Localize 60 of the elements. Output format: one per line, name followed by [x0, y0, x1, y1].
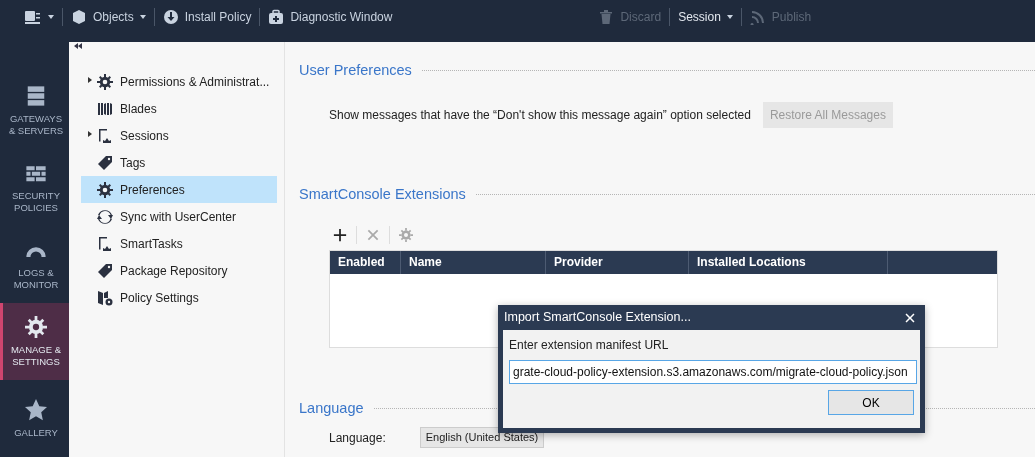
- star-icon: [25, 398, 47, 421]
- book-gear-icon: [97, 289, 113, 306]
- column-header: Enabled: [330, 250, 401, 274]
- tree-item[interactable]: Permissions & Administrat...: [81, 68, 277, 95]
- column-header: Provider: [546, 250, 689, 274]
- close-icon: [366, 227, 380, 242]
- prompt-text: Enter extension manifest URL: [509, 337, 670, 354]
- toolbar-button[interactable]: Diagnostic Window: [260, 7, 401, 26]
- expand-arrow-icon[interactable]: [88, 131, 92, 138]
- gear-icon: [97, 181, 113, 198]
- tree-item[interactable]: Sessions: [81, 122, 277, 149]
- window-icon: [24, 8, 42, 25]
- toolbar-button[interactable]: Objects: [63, 7, 154, 26]
- message-text: Show messages that have the “Don't show this message again” option selected: [329, 106, 751, 124]
- toolbar-button[interactable]: Install Policy: [154, 7, 260, 26]
- ok-button[interactable]: OK: [828, 390, 914, 415]
- caret-icon: [139, 14, 146, 19]
- settings-icon: [399, 227, 413, 242]
- tree-item[interactable]: Policy Settings: [81, 284, 277, 311]
- gear-icon: [97, 73, 113, 90]
- caret-icon: [48, 14, 54, 19]
- toolbar-button[interactable]: [333, 227, 347, 242]
- medical-bag-icon: [268, 8, 285, 25]
- plus-icon: [333, 227, 347, 242]
- nav-item[interactable]: GALLERY: [0, 380, 69, 457]
- tree-item[interactable]: Preferences: [81, 176, 277, 203]
- expand-arrow-icon[interactable]: [88, 77, 92, 84]
- tree-item[interactable]: Package Repository: [81, 257, 277, 284]
- tag-icon: [97, 262, 113, 279]
- tree-item[interactable]: Sync with UserCenter: [81, 203, 277, 230]
- sync-icon: [97, 208, 113, 225]
- tag-icon: [97, 154, 113, 171]
- section-heading: User Preferences: [299, 61, 412, 80]
- tablet-crown-icon: [97, 235, 113, 252]
- close-icon[interactable]: [904, 311, 916, 324]
- caret-icon: [726, 14, 733, 19]
- tree-item[interactable]: Tags: [81, 149, 277, 176]
- broadcast-icon: [749, 8, 766, 25]
- toolbar-button[interactable]: Session: [670, 7, 741, 26]
- tree-item[interactable]: Blades: [81, 95, 277, 122]
- cube-icon: [71, 8, 87, 25]
- field-label: Language:: [329, 429, 386, 447]
- collapse-icon[interactable]: [74, 43, 82, 49]
- nav-item[interactable]: LOGS & MONITOR: [0, 226, 69, 303]
- dialog-title: Import SmartConsole Extension...: [504, 309, 691, 327]
- nav-item[interactable]: SECURITY POLICIES: [0, 149, 69, 226]
- server-rack-icon: [25, 85, 47, 108]
- tablet-crown-icon: [97, 127, 113, 144]
- gear-icon: [25, 316, 47, 339]
- url-input-field[interactable]: grate-cloud-policy-extension.s3.amazonaws.com/migrate-cloud-policy.json: [509, 360, 917, 384]
- nav-item[interactable]: GATEWAYS & SERVERS: [0, 72, 69, 149]
- section-heading: SmartConsole Extensions: [299, 184, 466, 204]
- tree-item[interactable]: SmartTasks: [81, 230, 277, 257]
- trash-icon: [598, 8, 615, 25]
- column-header: Name: [401, 250, 546, 274]
- nav-item[interactable]: MANAGE & SETTINGS: [0, 303, 69, 380]
- download-icon: [162, 8, 179, 25]
- bars-icon: [97, 100, 113, 117]
- column-header: Installed Locations: [689, 250, 888, 274]
- section-heading: Language: [299, 398, 364, 418]
